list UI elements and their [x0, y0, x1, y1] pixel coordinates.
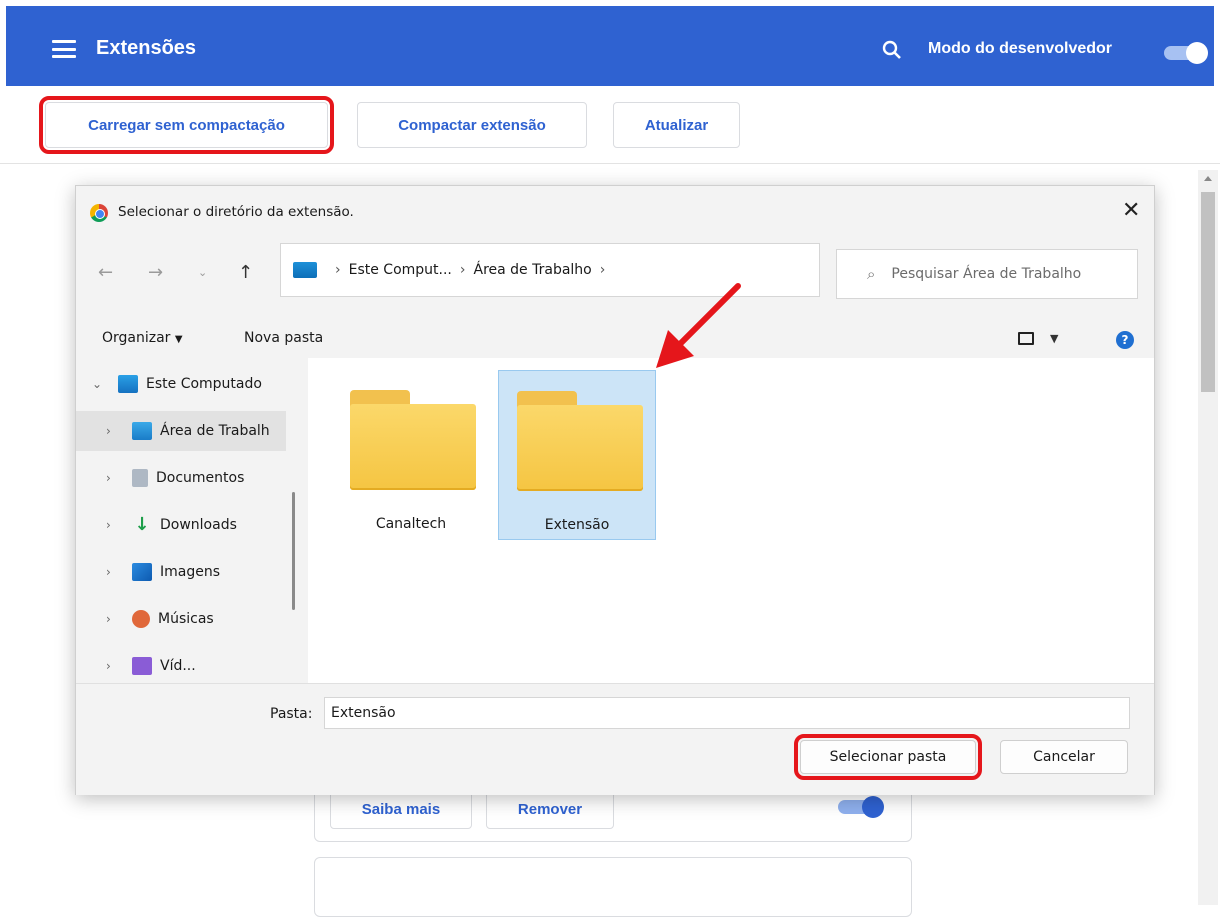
pack-extension-button[interactable]: Compactar extensão [357, 102, 587, 148]
nav-item-desktop[interactable]: › Área de Trabalh [76, 411, 286, 451]
breadcrumb-separator-icon: › [459, 262, 466, 278]
collapsed-chevron-icon[interactable]: › [106, 565, 120, 579]
developer-mode-label: Modo do desenvolvedor [928, 40, 1113, 57]
videos-icon [132, 657, 152, 675]
view-options-icon[interactable] [1018, 332, 1034, 345]
navigation-pane-scrollbar[interactable] [292, 358, 296, 683]
nav-item-documents[interactable]: › Documentos [76, 458, 286, 498]
folder-item-canaltech[interactable]: Canaltech [332, 370, 490, 540]
learn-more-button[interactable]: Saiba mais [330, 789, 472, 829]
select-folder-button[interactable]: Selecionar pasta [794, 734, 982, 780]
address-bar[interactable]: › Este Comput... › Área de Trabalho › ⌄ … [280, 243, 1001, 297]
computer-icon [118, 375, 138, 393]
documents-icon [132, 469, 148, 487]
search-box[interactable]: ⌕ Pesquisar Área de Trabalho [836, 249, 1138, 299]
forward-arrow-icon[interactable]: → [148, 262, 163, 283]
recent-locations-chevron-icon[interactable]: ⌄ [198, 266, 207, 279]
dialog-title: Selecionar o diretório da extensão. [118, 204, 354, 220]
nav-item-label: Área de Trabalh [160, 423, 270, 439]
help-icon[interactable]: ? [1116, 331, 1134, 349]
up-arrow-icon[interactable]: ↑ [238, 262, 253, 283]
breadcrumb-desktop[interactable]: Área de Trabalho [474, 262, 592, 278]
search-icon[interactable] [882, 40, 902, 60]
nav-item-downloads[interactable]: › ↓ Downloads [76, 505, 286, 545]
folder-name-input[interactable]: Extensão [324, 697, 1130, 729]
collapsed-chevron-icon[interactable]: › [106, 659, 120, 673]
cancel-button[interactable]: Cancelar [1000, 740, 1128, 774]
search-placeholder: Pesquisar Área de Trabalho [891, 266, 1082, 282]
folder-name: Canaltech [375, 516, 447, 532]
nav-item-label: Víd... [160, 658, 196, 674]
hamburger-menu-icon[interactable] [52, 40, 76, 58]
chrome-icon [90, 204, 108, 222]
folder-picker-dialog: Selecionar o diretório da extensão. ✕ ← … [75, 185, 1155, 795]
navigation-pane: ⌄ Este Computado › Área de Trabalh › Doc… [76, 358, 308, 683]
breadcrumb-separator-icon: › [599, 262, 606, 278]
back-arrow-icon[interactable]: ← [98, 262, 113, 283]
folder-name: Extensão [544, 517, 610, 533]
search-icon: ⌕ [867, 265, 876, 283]
breadcrumb-this-pc[interactable]: Este Comput... [349, 262, 452, 278]
folder-content-area: Canaltech Extensão [308, 358, 1154, 683]
collapsed-chevron-icon[interactable]: › [106, 518, 120, 532]
nav-item-pictures[interactable]: › Imagens [76, 552, 286, 592]
update-button[interactable]: Atualizar [613, 102, 740, 148]
nav-item-label: Documentos [156, 470, 245, 486]
close-icon[interactable]: ✕ [1122, 198, 1140, 223]
download-icon: ↓ [134, 514, 150, 535]
dialog-footer: Pasta: Extensão Selecionar pasta Cancela… [76, 683, 1154, 795]
nav-item-label: Downloads [160, 517, 237, 533]
scrollbar-thumb[interactable] [292, 492, 295, 610]
nav-item-label: Este Computado [146, 376, 262, 392]
folder-icon [350, 390, 476, 490]
nav-item-label: Imagens [160, 564, 221, 580]
view-options-caret-icon[interactable]: ▼ [1050, 332, 1058, 345]
nav-item-videos[interactable]: › Víd... [76, 646, 286, 683]
breadcrumb-separator-icon: › [335, 262, 341, 278]
app-header: Extensões Modo do desenvolvedor [6, 6, 1214, 86]
folder-item-extensao[interactable]: Extensão [498, 370, 656, 540]
extension-card [314, 857, 912, 917]
command-bar: Organizar ▼ Nova pasta ▼ [76, 314, 1154, 360]
collapsed-chevron-icon[interactable]: › [106, 471, 120, 485]
developer-mode-toggle[interactable] [1164, 42, 1208, 64]
desktop-icon [132, 422, 152, 440]
load-unpacked-button[interactable]: Carregar sem compactação [39, 96, 334, 154]
collapsed-chevron-icon[interactable]: › [106, 612, 120, 626]
nav-item-this-pc[interactable]: ⌄ Este Computado [76, 364, 286, 404]
nav-item-label: Músicas [158, 611, 214, 627]
new-folder-button[interactable]: Nova pasta [244, 330, 323, 346]
music-icon [132, 610, 150, 628]
computer-icon [293, 262, 317, 278]
folder-field-label: Pasta: [270, 706, 313, 722]
nav-item-music[interactable]: › Músicas [76, 599, 286, 639]
organize-menu[interactable]: Organizar ▼ [102, 330, 183, 346]
expanded-chevron-icon[interactable]: ⌄ [92, 377, 106, 391]
pictures-icon [132, 563, 152, 581]
folder-icon [517, 391, 643, 491]
scroll-up-arrow-icon[interactable] [1204, 176, 1212, 181]
extensions-toolbar: Carregar sem compactação Compactar exten… [0, 86, 1220, 164]
scrollbar-thumb[interactable] [1201, 192, 1215, 392]
page-scrollbar[interactable] [1198, 170, 1218, 905]
page-title: Extensões [96, 37, 197, 59]
collapsed-chevron-icon[interactable]: › [106, 424, 120, 438]
remove-button[interactable]: Remover [486, 789, 614, 829]
extension-enabled-toggle[interactable] [838, 796, 884, 818]
